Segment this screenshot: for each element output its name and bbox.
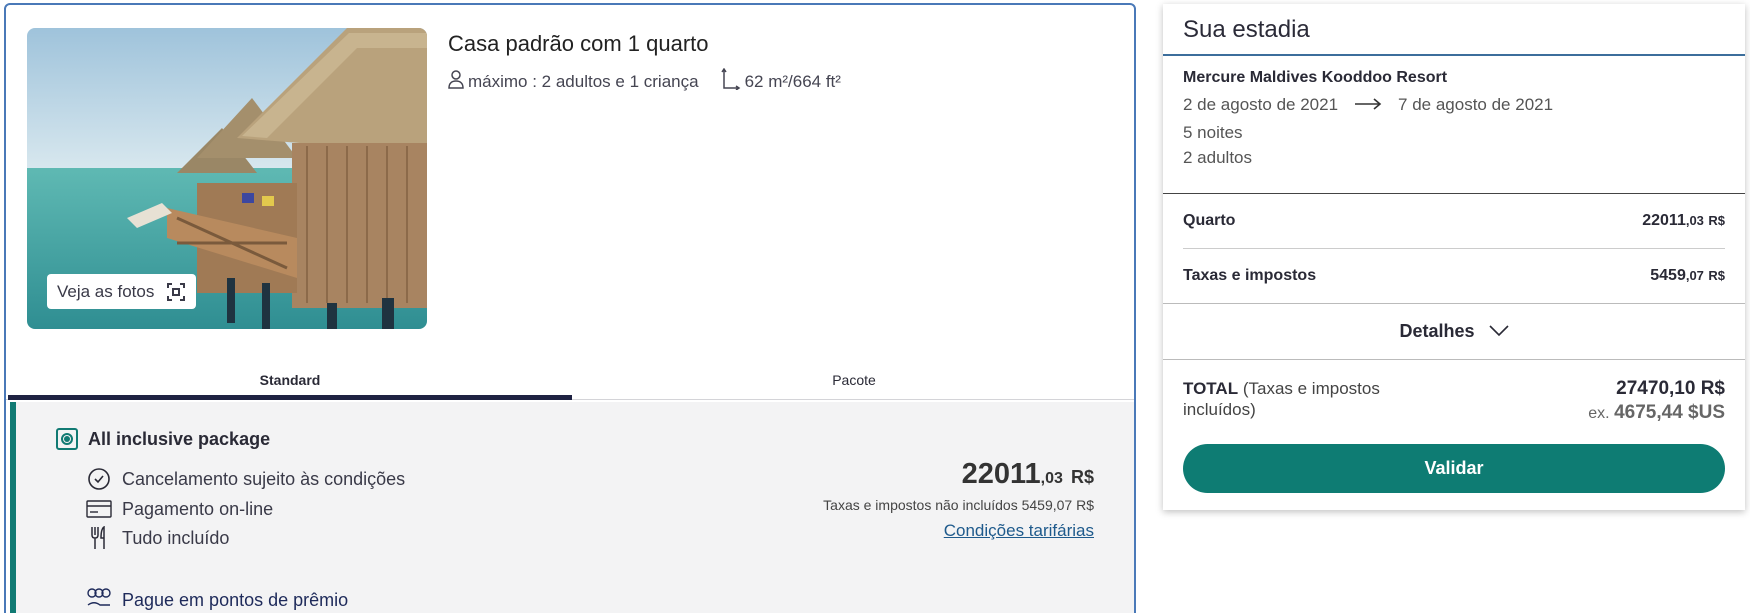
package-option[interactable]: All inclusive package xyxy=(56,428,270,450)
room-capacity: máximo : 2 adultos e 1 criança xyxy=(468,71,699,91)
stay-summary: Sua estadia Mercure Maldives Kooddoo Res… xyxy=(1163,4,1745,510)
room-price-row: Quarto 22011,03 R$ xyxy=(1163,194,1745,248)
summary-title: Sua estadia xyxy=(1163,4,1745,56)
nights-count: 5 noites xyxy=(1183,123,1243,142)
rate-price-cents: ,03 xyxy=(1040,470,1063,487)
rate-price: 22011,03 R$ xyxy=(823,458,1094,491)
total-values: 27470,10 R$ ex. 4675,44 $US xyxy=(1588,378,1725,424)
tax-row: Taxas e impostos 5459,07 R$ xyxy=(1163,249,1745,303)
rate-tabs: Standard Pacote xyxy=(6,365,1134,400)
hotel-info: Mercure Maldives Kooddoo Resort 2 de ago… xyxy=(1163,56,1745,194)
guests-count: 2 adultos xyxy=(1183,148,1252,167)
room-title: Casa padrão com 1 quarto xyxy=(448,31,709,56)
feature-cancellation: Cancelamento sujeito às condições xyxy=(86,466,405,492)
tab-pacote[interactable]: Pacote xyxy=(572,365,1134,400)
validate-button[interactable]: Validar xyxy=(1183,444,1725,493)
feature-label: Pagamento on-line xyxy=(122,498,274,519)
package-name: All inclusive package xyxy=(88,428,271,449)
package-radio[interactable] xyxy=(56,428,78,450)
clock-icon xyxy=(86,466,112,492)
tax-value: 5459,07 R$ xyxy=(1650,267,1725,284)
pay-with-points-link[interactable]: Pague em pontos de prêmio xyxy=(86,587,348,613)
room-price-label: Quarto xyxy=(1183,212,1236,229)
total-usd-value: 4675,44 $US xyxy=(1614,402,1725,423)
fork-knife-icon xyxy=(86,525,112,551)
credit-card-icon xyxy=(86,496,112,522)
chevron-down-icon xyxy=(1488,321,1509,342)
total-title: TOTAL xyxy=(1183,379,1239,398)
hotel-name: Mercure Maldives Kooddoo Resort xyxy=(1183,69,1448,86)
details-label: Detalhes xyxy=(1399,321,1475,341)
total-amount: 27470,10 R$ xyxy=(1616,378,1725,399)
fare-conditions-link[interactable]: Condições tarifárias xyxy=(823,521,1094,541)
rate-price-main: 22011 xyxy=(961,458,1041,490)
person-icon xyxy=(448,69,464,94)
checkout-date: 7 de agosto de 2021 xyxy=(1398,95,1554,114)
checkin-date: 2 de agosto de 2021 xyxy=(1183,95,1339,114)
tax-note: Taxas e impostos não incluídos 5459,07 R… xyxy=(823,497,1094,513)
tab-standard[interactable]: Standard xyxy=(8,365,572,400)
see-photos-label: Veja as fotos xyxy=(57,281,155,301)
details-toggle[interactable]: Detalhes xyxy=(1163,304,1745,359)
gallery-expand-icon xyxy=(166,282,186,302)
feature-all-inclusive: Tudo incluído xyxy=(86,525,229,551)
rate-option: All inclusive package Cancelamento sujei… xyxy=(10,402,1134,613)
arrow-right-icon xyxy=(1354,95,1382,115)
tax-label: Taxas e impostos xyxy=(1183,267,1317,284)
rate-price-currency: R$ xyxy=(1070,467,1094,487)
room-price-value: 22011,03 R$ xyxy=(1642,212,1725,229)
total-usd: ex. 4675,44 $US xyxy=(1588,402,1725,423)
see-photos-button[interactable]: Veja as fotos xyxy=(47,274,197,309)
room-photo[interactable]: Veja as fotos xyxy=(27,28,427,329)
room-card: Veja as fotos Casa padrão com 1 quarto m… xyxy=(4,3,1136,613)
feature-label: Tudo incluído xyxy=(122,527,230,548)
reward-points-icon xyxy=(86,587,112,613)
total-label: TOTAL (Taxas e impostos incluídos) xyxy=(1183,378,1423,424)
room-size: 62 m²/664 ft² xyxy=(744,71,841,91)
feature-payment: Pagamento on-line xyxy=(86,496,273,522)
points-label: Pague em pontos de prêmio xyxy=(122,590,349,610)
area-icon xyxy=(720,67,741,95)
rate-price-block: 22011,03 R$ Taxas e impostos não incluíd… xyxy=(823,458,1094,541)
feature-label: Cancelamento sujeito às condições xyxy=(122,468,406,489)
stay-dates: 2 de agosto de 2021 7 de agosto de 2021 xyxy=(1183,95,1725,115)
total-row: TOTAL (Taxas e impostos incluídos) 27470… xyxy=(1163,360,1745,424)
room-meta: máximo : 2 adultos e 1 criança 62 m²/664… xyxy=(448,67,841,95)
